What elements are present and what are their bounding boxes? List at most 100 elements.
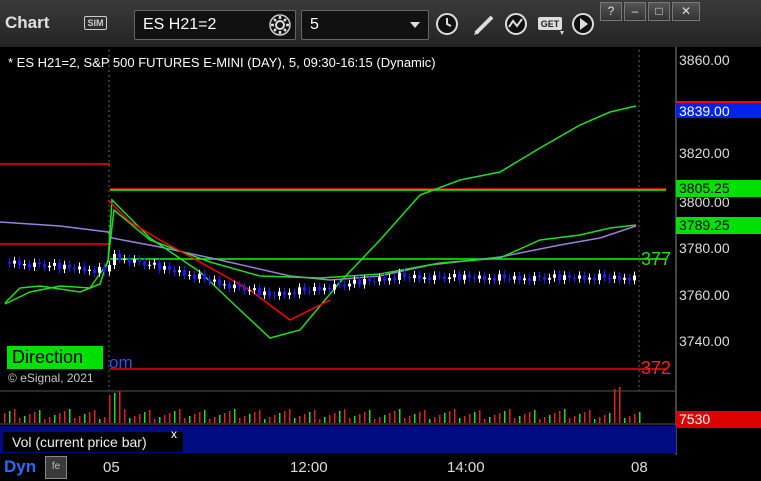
dynamic-toggle-icon[interactable]: fe	[45, 456, 67, 479]
candle-body	[108, 265, 111, 272]
play-icon[interactable]	[570, 11, 596, 37]
svg-text:GET: GET	[541, 19, 560, 29]
candle-body	[178, 270, 181, 273]
volume-bar	[469, 414, 471, 423]
candle-body	[208, 279, 211, 282]
candle-body	[63, 264, 66, 270]
candle-body	[338, 284, 341, 286]
candle-body	[158, 262, 161, 270]
candle-body	[328, 287, 331, 290]
volume-bar	[4, 413, 6, 423]
candle-body	[18, 260, 21, 266]
direction-label: Direction	[7, 346, 103, 369]
interval-dropdown-icon[interactable]	[410, 22, 420, 28]
volume-bar	[519, 416, 521, 423]
volume-bar	[189, 416, 191, 423]
volume-bar	[359, 414, 361, 423]
gear-icon[interactable]	[267, 12, 293, 38]
candle-body	[588, 277, 591, 280]
candle-body	[273, 295, 276, 297]
candle-body	[548, 277, 551, 280]
time-label: 14:00	[447, 459, 485, 476]
volume-bar	[19, 418, 21, 423]
candle-body	[253, 288, 256, 291]
volume-bar	[64, 411, 66, 423]
candle-body	[473, 277, 476, 279]
volume-bar	[544, 417, 546, 423]
candle-body	[438, 275, 441, 277]
volume-bar	[154, 419, 156, 423]
help-button[interactable]: ?	[600, 2, 622, 21]
volume-bar	[334, 413, 336, 423]
minimize-button[interactable]: –	[624, 2, 646, 21]
volume-bar	[494, 415, 496, 423]
volume-bar	[624, 418, 626, 423]
volume-bar	[114, 393, 116, 423]
volume-bar	[174, 411, 176, 423]
candle-body	[198, 273, 201, 279]
volume-bar	[619, 387, 621, 423]
volume-bar	[264, 419, 266, 423]
volume-bar	[124, 409, 126, 423]
candle-body	[423, 277, 426, 280]
price-axis-label: 3780.00	[679, 240, 730, 256]
candle-body	[398, 272, 401, 280]
app-logo: Chart	[5, 13, 50, 32]
volume-bar	[504, 411, 506, 423]
volume-bar	[459, 418, 461, 423]
time-label: 08	[631, 459, 648, 476]
volume-bar	[554, 413, 556, 423]
candle-body	[428, 277, 431, 280]
volume-bar	[279, 413, 281, 423]
price-axis-label: 3860.00	[679, 52, 730, 68]
volume-bar	[289, 409, 291, 423]
volume-bar	[604, 415, 606, 423]
volume-bar	[329, 415, 331, 423]
candle-body	[463, 274, 466, 280]
candle-body	[48, 265, 51, 268]
volume-bar	[424, 410, 426, 423]
clock-icon[interactable]	[434, 11, 460, 37]
volume-bar	[444, 413, 446, 423]
volume-bar	[74, 418, 76, 423]
candle-body	[78, 266, 81, 270]
candle-body	[28, 263, 31, 267]
indicator-icon[interactable]	[503, 11, 529, 37]
candle-body	[38, 262, 41, 265]
candle-body	[173, 269, 176, 273]
candle-body	[168, 266, 171, 270]
last-price-tag: 3839.00	[676, 101, 761, 119]
candle-body	[218, 279, 221, 285]
volume-close-button[interactable]: x	[171, 427, 177, 441]
pencil-icon[interactable]	[471, 11, 497, 37]
volume-bar	[169, 413, 171, 423]
close-button[interactable]: ✕	[672, 2, 700, 21]
interval-input[interactable]: 5	[301, 10, 429, 40]
volume-bar	[254, 412, 256, 423]
volume-bar	[24, 416, 26, 423]
volume-bar	[29, 414, 31, 423]
dynamic-mode-label: Dyn	[4, 457, 37, 476]
candle-body	[628, 277, 631, 281]
candle-body	[288, 292, 291, 296]
level-label-red: 372	[641, 358, 672, 378]
candle-body	[458, 274, 461, 280]
candle-body	[598, 273, 601, 281]
candle-body	[313, 287, 316, 292]
candle-body	[138, 259, 141, 262]
volume-bar	[569, 418, 571, 423]
volume-bar	[34, 412, 36, 423]
maximize-button[interactable]: □	[648, 2, 670, 21]
volume-bar	[214, 417, 216, 423]
volume-bar	[319, 419, 321, 423]
candle-body	[528, 278, 531, 281]
get-icon[interactable]: GET	[536, 11, 566, 37]
volume-bar	[194, 414, 196, 423]
volume-bar	[84, 414, 86, 423]
candle-body	[223, 284, 226, 286]
volume-bar	[574, 416, 576, 423]
volume-bar	[614, 389, 616, 423]
volume-bar	[434, 417, 436, 423]
candle-body	[93, 269, 96, 273]
candle-body	[98, 266, 101, 273]
